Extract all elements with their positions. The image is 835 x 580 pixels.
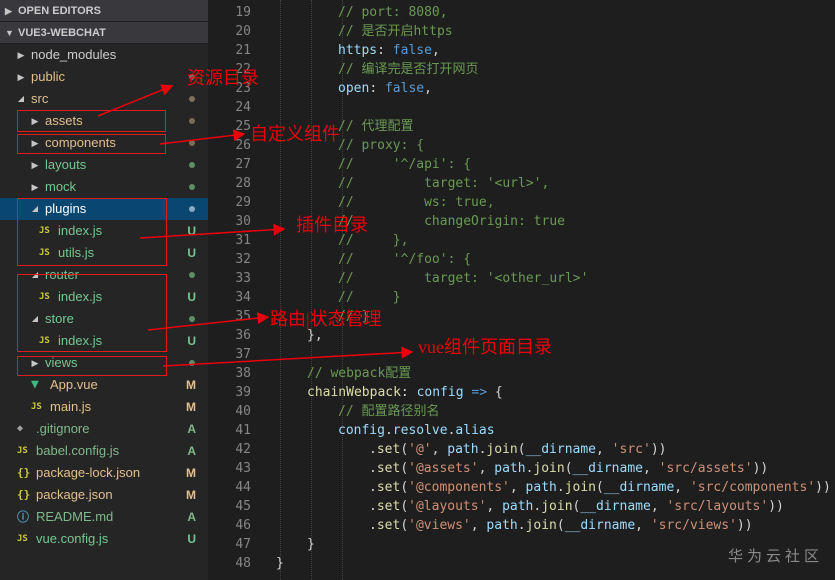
arrow-router-store <box>147 312 270 331</box>
watermark: 华为云社区 <box>727 547 823 565</box>
annotation-plugins: 插件目录 <box>296 215 368 235</box>
annotation-arrows <box>97 84 414 367</box>
annotation-router-store: 路由|状态管理 <box>270 309 382 329</box>
annotation-components: 自定义组件 <box>250 124 340 144</box>
annotation-views: vue组件页面目录 <box>418 337 552 357</box>
arrow-components <box>159 129 246 145</box>
arrow-plugins <box>139 223 286 239</box>
arrow-views <box>162 346 414 367</box>
arrow-assets <box>97 84 174 117</box>
annotation-assets: 资源目录 <box>187 68 259 88</box>
